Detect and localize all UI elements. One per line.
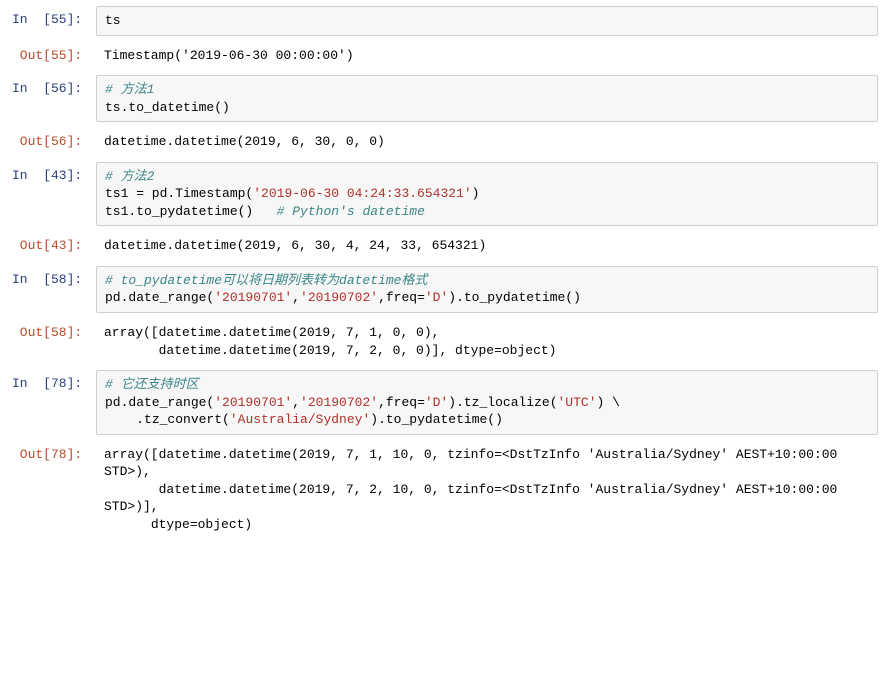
out-prompt-78: Out[78]:: [8, 441, 96, 539]
code-string: 'UTC': [558, 395, 597, 410]
code-area-56[interactable]: # 方法1 ts.to_datetime(): [96, 75, 878, 122]
code-frag: ,freq=: [378, 290, 425, 305]
input-cell-56: In [56]: # 方法1 ts.to_datetime(): [8, 75, 878, 122]
code-area-78[interactable]: # 它还支持时区 pd.date_range('20190701','20190…: [96, 370, 878, 435]
in-prompt-56: In [56]:: [8, 75, 96, 122]
in-prompt-55: In [55]:: [8, 6, 96, 36]
in-prompt-58: In [58]:: [8, 266, 96, 313]
code-comment: # Python's datetime: [277, 204, 425, 219]
code-frag: ts1.to_pydatetime(): [105, 204, 277, 219]
code-line: ts.to_datetime(): [105, 100, 230, 115]
code-frag: ts1 = pd.Timestamp(: [105, 186, 253, 201]
in-prompt-43: In [43]:: [8, 162, 96, 227]
input-cell-78: In [78]: # 它还支持时区 pd.date_range('2019070…: [8, 370, 878, 435]
input-cell-43: In [43]: # 方法2 ts1 = pd.Timestamp('2019-…: [8, 162, 878, 227]
code-string: '20190701': [214, 290, 292, 305]
in-prompt-78: In [78]:: [8, 370, 96, 435]
code-area-55[interactable]: ts: [96, 6, 878, 36]
output-cell-58: Out[58]: array([datetime.datetime(2019, …: [8, 319, 878, 364]
code-string: '20190702': [300, 290, 378, 305]
code-comment: # to_pydatetime可以将日期列表转为datetime格式: [105, 273, 427, 288]
out-prompt-58: Out[58]:: [8, 319, 96, 364]
code-frag: pd.date_range(: [105, 290, 214, 305]
code-string: 'Australia/Sydney': [230, 412, 370, 427]
code-frag: .tz_convert(: [105, 412, 230, 427]
code-frag: ,: [292, 290, 300, 305]
code-string: 'D': [425, 290, 448, 305]
output-cell-78: Out[78]: array([datetime.datetime(2019, …: [8, 441, 878, 539]
code-frag: pd.date_range(: [105, 395, 214, 410]
code-string: '20190702': [300, 395, 378, 410]
code-frag: ).to_pydatetime(): [448, 290, 581, 305]
code-frag: ).to_pydatetime(): [370, 412, 503, 427]
output-cell-55: Out[55]: Timestamp('2019-06-30 00:00:00'…: [8, 42, 878, 70]
code-comment: # 方法2: [105, 169, 154, 184]
output-text-58: array([datetime.datetime(2019, 7, 1, 0, …: [96, 319, 878, 364]
code-string: 'D': [425, 395, 448, 410]
code-string: '20190701': [214, 395, 292, 410]
input-cell-55: In [55]: ts: [8, 6, 878, 36]
output-text-43: datetime.datetime(2019, 6, 30, 4, 24, 33…: [96, 232, 878, 260]
output-cell-56: Out[56]: datetime.datetime(2019, 6, 30, …: [8, 128, 878, 156]
code-frag: ) \: [597, 395, 620, 410]
input-cell-58: In [58]: # to_pydatetime可以将日期列表转为datetim…: [8, 266, 878, 313]
output-cell-43: Out[43]: datetime.datetime(2019, 6, 30, …: [8, 232, 878, 260]
out-prompt-43: Out[43]:: [8, 232, 96, 260]
code-frag: ,freq=: [378, 395, 425, 410]
code-string: '2019-06-30 04:24:33.654321': [253, 186, 471, 201]
output-text-56: datetime.datetime(2019, 6, 30, 0, 0): [96, 128, 878, 156]
out-prompt-55: Out[55]:: [8, 42, 96, 70]
code-area-43[interactable]: # 方法2 ts1 = pd.Timestamp('2019-06-30 04:…: [96, 162, 878, 227]
code-area-58[interactable]: # to_pydatetime可以将日期列表转为datetime格式 pd.da…: [96, 266, 878, 313]
code-comment: # 方法1: [105, 82, 154, 97]
code-frag: ): [472, 186, 480, 201]
code-text: ts: [105, 13, 121, 28]
code-frag: ).tz_localize(: [448, 395, 557, 410]
code-comment: # 它还支持时区: [105, 377, 199, 392]
output-text-78: array([datetime.datetime(2019, 7, 1, 10,…: [96, 441, 878, 539]
out-prompt-56: Out[56]:: [8, 128, 96, 156]
code-frag: ,: [292, 395, 300, 410]
output-text-55: Timestamp('2019-06-30 00:00:00'): [96, 42, 878, 70]
